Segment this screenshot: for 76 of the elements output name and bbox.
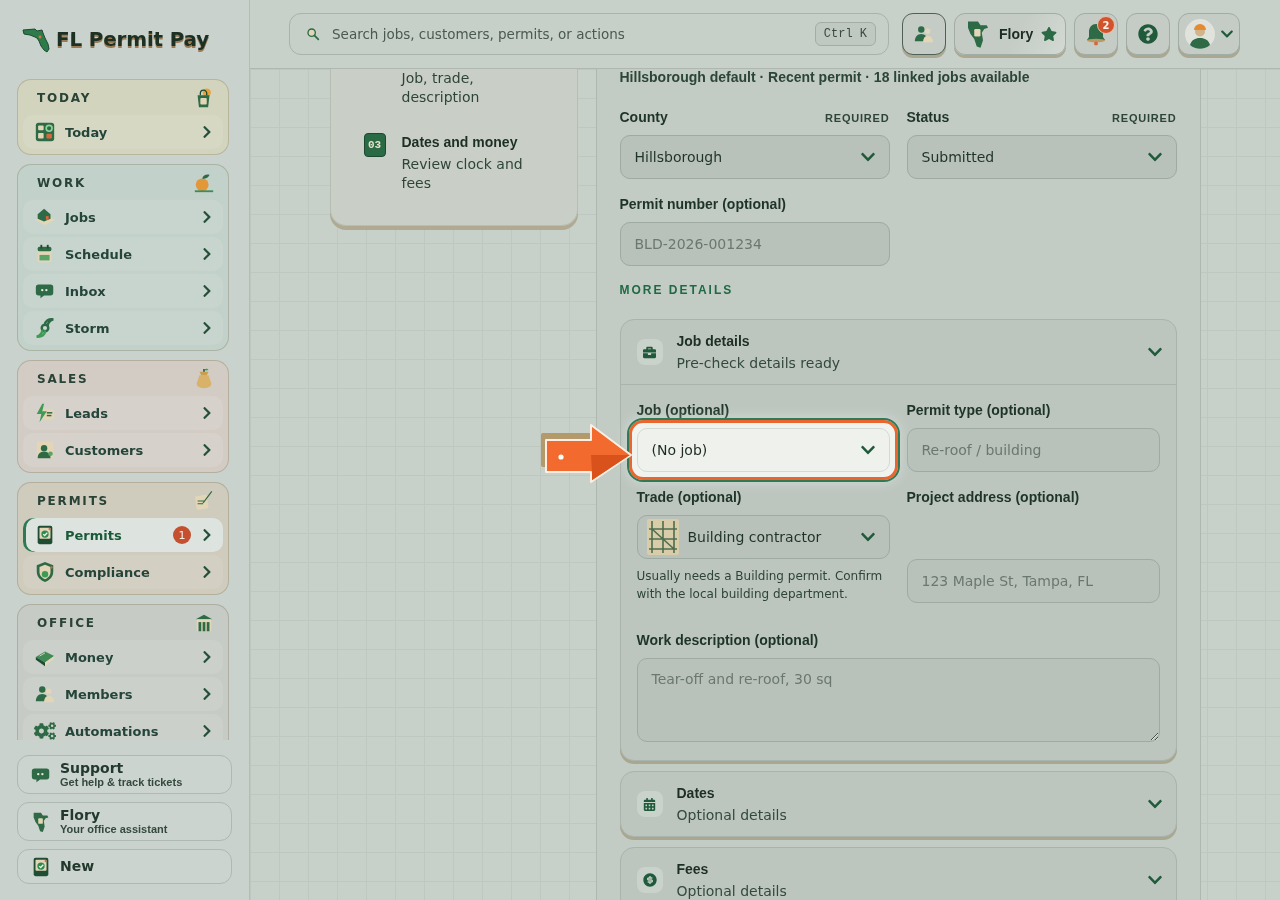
step-description: Job, trade, description: [401, 69, 481, 107]
app-name: FL Permit Pay: [56, 26, 210, 51]
step-description: Review clock and fees: [401, 155, 524, 193]
scaffold-icon: [645, 518, 680, 556]
summary-text: Hillsborough default · Recent permit · 18 linked jobs available: [619, 69, 1031, 85]
sidebar-shortcut[interactable]: Support Get help & track tickets: [17, 755, 232, 794]
nav-item[interactable]: Schedule: [23, 237, 223, 271]
nav-item[interactable]: Customers: [23, 433, 223, 467]
help-icon: [1138, 24, 1158, 44]
field-label: Trade (optional): [636, 489, 742, 505]
dollar-coin-icon: [636, 867, 663, 893]
account-button[interactable]: [1178, 13, 1240, 55]
field-label: Status: [906, 109, 950, 125]
contact-card-icon: [34, 439, 56, 461]
field-label: Permit number (optional): [619, 196, 786, 212]
text-input[interactable]: BLD-2026-001234: [619, 222, 890, 266]
shortcut-hint: Ctrl K: [814, 22, 876, 46]
dropdown[interactable]: (No job): [636, 428, 890, 472]
sidebar-shortcut[interactable]: Flory Your office assistant: [17, 802, 232, 841]
house-icon: [34, 206, 56, 228]
field-label: Job (optional): [636, 402, 730, 418]
text-input[interactable]: Re-roof / building: [906, 428, 1160, 472]
section-header[interactable]: Fees Optional details: [620, 848, 1176, 900]
text-input[interactable]: 123 Maple St, Tampa, FL: [906, 559, 1160, 603]
nav-item[interactable]: Storm: [23, 311, 223, 345]
search-icon: [305, 26, 321, 42]
group-heading: WORK: [37, 175, 87, 190]
lightning-card-icon: [34, 402, 56, 424]
briefcase-icon: [636, 339, 663, 365]
notifications-button[interactable]: 2: [1074, 13, 1118, 55]
dropdown[interactable]: Submitted: [906, 135, 1177, 179]
field-label: Permit type (optional): [906, 402, 1051, 418]
group-heading: PERMITS: [37, 493, 110, 508]
section-header[interactable]: Dates Optional details: [620, 772, 1176, 836]
dropdown[interactable]: Building contractor: [636, 515, 890, 559]
nav-item[interactable]: Today: [23, 115, 223, 149]
textarea-input[interactable]: Tear-off and re-roof, 30 sq: [636, 658, 1160, 742]
step-title: Dates and money: [401, 133, 519, 151]
pen-paper-icon: [193, 489, 215, 512]
avatar-icon: [1184, 19, 1215, 49]
nav-item[interactable]: Permits 1: [23, 518, 223, 552]
star-icon: [1041, 26, 1058, 42]
fruit-icon: [193, 171, 215, 194]
help-button[interactable]: [1126, 13, 1170, 55]
section-header[interactable]: Job details Pre-check details ready: [620, 320, 1176, 385]
calendar-icon: [636, 791, 663, 817]
count-badge: 1: [173, 526, 191, 544]
step-number: 03: [363, 133, 386, 157]
nav-item[interactable]: Compliance: [23, 555, 223, 589]
count-badge: 2: [1097, 16, 1115, 34]
nav-item[interactable]: Members: [23, 677, 223, 711]
people-icon: [34, 683, 56, 705]
planner-board-icon: [34, 121, 56, 143]
group-heading: SALES: [37, 371, 89, 386]
section-heading: MORE DETAILS: [619, 283, 735, 297]
group-heading: OFFICE: [37, 615, 96, 630]
dropdown[interactable]: Hillsborough: [619, 135, 890, 179]
field-label: County: [619, 109, 668, 125]
nav-item[interactable]: Jobs: [23, 200, 223, 234]
shield-icon: [34, 561, 56, 583]
nav-item[interactable]: Automations: [23, 714, 223, 740]
sidebar-shortcut[interactable]: New: [17, 849, 232, 884]
field-label: Work description (optional): [636, 632, 819, 648]
nav-item[interactable]: Inbox: [23, 274, 223, 308]
team-button[interactable]: [902, 13, 946, 55]
group-heading: TODAY: [37, 90, 92, 105]
required-tag: REQUIRED: [1112, 112, 1177, 124]
gears-icon: [34, 720, 56, 740]
assistant-button[interactable]: Flory: [954, 13, 1066, 55]
nav-item[interactable]: Leads: [23, 396, 223, 430]
hurricane-icon: [34, 317, 56, 339]
field-hint: Usually needs a Building permit. Confirm with the local building department.: [636, 568, 884, 603]
people-icon: [913, 23, 935, 45]
field-label: Project address (optional): [906, 489, 1080, 505]
nav-item[interactable]: Money: [23, 640, 223, 674]
required-tag: REQUIRED: [825, 112, 890, 124]
